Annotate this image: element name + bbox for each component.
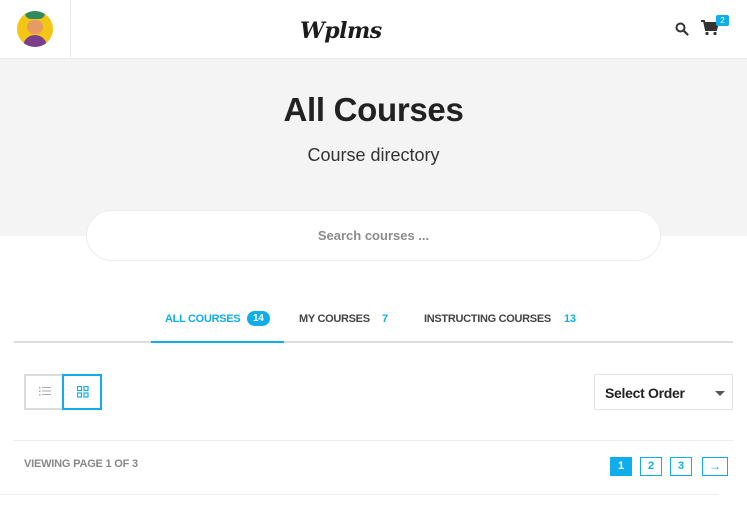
select-order-value: Select Order <box>605 385 685 401</box>
tab-label: INSTRUCTING COURSES <box>424 313 551 325</box>
next-page-button[interactable]: → <box>702 457 728 476</box>
page-button-3[interactable]: 3 <box>670 457 692 476</box>
course-search <box>86 210 661 261</box>
search-input[interactable] <box>87 211 660 260</box>
tab-instructing-courses[interactable]: INSTRUCTING COURSES 13 <box>423 307 593 343</box>
grid-view-button[interactable] <box>62 374 102 410</box>
tab-label: MY COURSES <box>299 313 370 325</box>
tab-all-courses[interactable]: ALL COURSES 14 <box>151 307 284 343</box>
tab-my-courses[interactable]: MY COURSES 7 <box>298 307 398 343</box>
site-header: Wplms 2 <box>0 0 747 59</box>
site-logo[interactable]: Wplms <box>300 18 382 44</box>
avatar-container[interactable] <box>0 0 71 58</box>
chevron-down-icon <box>715 391 725 396</box>
page-subtitle: Course directory <box>307 145 440 165</box>
grid-icon <box>77 386 89 398</box>
tab-count: 7 <box>382 313 388 325</box>
page-button-1[interactable]: 1 <box>610 457 632 476</box>
divider <box>0 494 719 495</box>
pagination-status: VIEWING PAGE 1 OF 3 <box>24 458 138 470</box>
search-icon[interactable] <box>675 22 689 36</box>
select-order-dropdown[interactable]: Select Order <box>594 374 733 410</box>
divider <box>14 440 733 441</box>
tab-count: 13 <box>564 313 576 325</box>
tab-label: ALL COURSES <box>165 313 241 325</box>
list-view-button[interactable] <box>24 374 64 410</box>
page-title: All Courses <box>283 91 464 128</box>
avatar[interactable] <box>17 11 53 47</box>
tab-count: 14 <box>247 311 270 326</box>
page-button-2[interactable]: 2 <box>640 457 662 476</box>
cart-count-badge: 2 <box>716 15 729 26</box>
list-icon <box>39 387 51 396</box>
